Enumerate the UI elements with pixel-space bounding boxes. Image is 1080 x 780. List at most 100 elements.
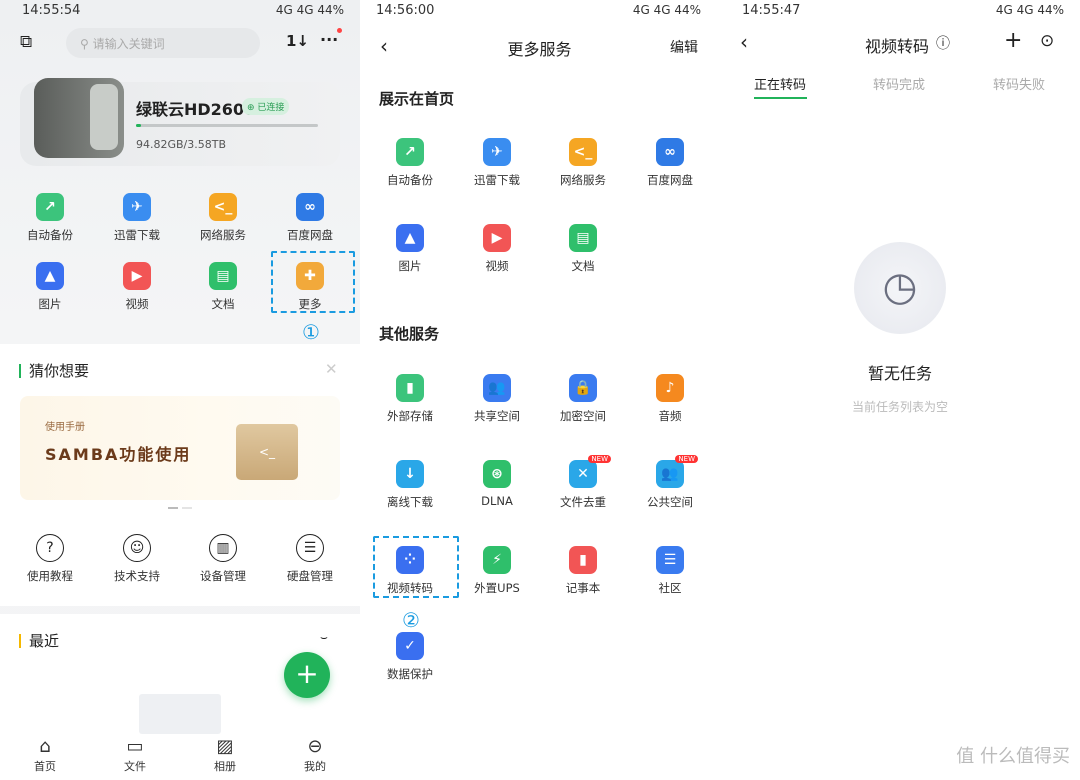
service-item[interactable]: ▮ 记事本 [540, 546, 626, 596]
edit-button[interactable]: 编辑 [670, 37, 698, 57]
app-item[interactable]: <_ 网络服务 [180, 193, 266, 243]
app-item[interactable]: ▶ 视频 [94, 262, 180, 312]
service-item[interactable]: <_ 网络服务 [540, 138, 626, 188]
tab-failed[interactable]: 转码失败 [993, 74, 1045, 93]
service-item[interactable]: ✕ NEW 文件去重 [540, 455, 626, 510]
tab-completed[interactable]: 转码完成 [873, 74, 925, 93]
close-icon[interactable]: ✕ [325, 360, 338, 378]
add-fab-button[interactable]: + [284, 652, 330, 698]
app-icon: ▲ [396, 224, 424, 252]
tool-item[interactable]: ? 使用教程 [7, 534, 93, 584]
item-label: 记事本 [565, 581, 601, 595]
nav-tab[interactable]: ⊖ 我的 [285, 736, 345, 774]
new-badge: NEW [675, 455, 698, 463]
highlight-video-transcode [373, 536, 459, 598]
clock: 14:55:54 [22, 3, 81, 18]
app-icon: 🔒 [569, 374, 597, 402]
service-item[interactable]: ↓ 离线下载 [367, 460, 453, 510]
service-item[interactable]: ⊛ DLNA [454, 460, 540, 508]
device-card[interactable]: 绿联云HD2600 ⊕ 已连接 94.82GB/3.58TB [20, 78, 340, 166]
nav-tab[interactable]: ▭ 文件 [105, 736, 165, 774]
item-label: 设备管理 [200, 569, 246, 583]
item-label: 网络服务 [200, 228, 246, 242]
service-item[interactable]: ∞ 百度网盘 [627, 138, 713, 188]
more-menu-icon[interactable]: ··· [320, 28, 343, 49]
samba-banner[interactable]: 使用手册 SAMBA功能使用 <_ [20, 396, 340, 500]
service-item[interactable]: ▤ 文档 [540, 224, 626, 274]
item-label: 文件去重 [560, 495, 606, 509]
step-marker-1: ① [302, 320, 320, 344]
service-item[interactable]: ▮ 外部存储 [367, 374, 453, 424]
app-icon: ⚡ [483, 546, 511, 574]
app-item[interactable]: ▲ 图片 [7, 262, 93, 312]
app-icon: ☰ [656, 546, 684, 574]
banner-subtitle: 使用手册 [45, 422, 85, 433]
transfer-icon[interactable]: 1↓ [286, 32, 309, 50]
nav-icon: ⊖ [307, 736, 323, 757]
service-item[interactable]: ↗ 自动备份 [367, 138, 453, 188]
tool-item[interactable]: ☺ 技术支持 [94, 534, 180, 584]
service-item[interactable]: 👥 共享空间 [454, 374, 540, 424]
more-services-screen: 14:56:00 4G 4G 44% ‹ 更多服务 编辑 展示在首页 其他服务 ↗… [362, 0, 717, 780]
info-icon[interactable]: ⓘ [936, 33, 950, 53]
item-label: 百度网盘 [287, 228, 333, 242]
nav-icon: ▨ [216, 736, 234, 757]
tool-item[interactable]: ☰ 硬盘管理 [267, 534, 353, 584]
devices-icon[interactable]: ⧉ [20, 32, 32, 52]
service-item[interactable]: ⚡ 外置UPS [454, 546, 540, 596]
nav-tab[interactable]: ▨ 相册 [195, 736, 255, 774]
section-title-home: 展示在首页 [379, 90, 455, 108]
app-icon: ∞ [296, 193, 324, 221]
settings-icon[interactable]: ⊙ [1040, 31, 1054, 51]
section-title-other: 其他服务 [379, 325, 440, 343]
item-label: 视频 [485, 259, 509, 273]
service-item[interactable]: 🔒 加密空间 [540, 374, 626, 424]
signal-battery: 4G 4G 44% [275, 3, 344, 17]
item-label: 文档 [571, 259, 595, 273]
item-label: 百度网盘 [647, 173, 693, 187]
item-label: 图片 [38, 297, 62, 311]
service-item[interactable]: 👥 NEW 公共空间 [627, 455, 713, 510]
service-item[interactable]: ☰ 社区 [627, 546, 713, 596]
service-item[interactable]: ✓ 数据保护 [367, 632, 453, 682]
empty-title: 暂无任务 [867, 364, 932, 383]
search-input[interactable]: ⚲ 请输入关键词 [66, 28, 260, 58]
nav-tab[interactable]: ⌂ 首页 [15, 736, 75, 774]
service-item[interactable]: ✈ 迅雷下载 [454, 138, 540, 188]
app-icon: ? [36, 534, 64, 562]
app-icon: ∞ [656, 138, 684, 166]
nav-icon: ▭ [126, 736, 144, 757]
back-button[interactable]: ‹ [740, 30, 748, 54]
item-label: 公共空间 [647, 495, 693, 509]
page-title: 更多服务 [507, 40, 572, 59]
add-icon[interactable]: + [1004, 28, 1022, 53]
tool-item[interactable]: ▥ 设备管理 [180, 534, 266, 584]
section-title: 最近 [29, 632, 60, 650]
app-item[interactable]: ∞ 百度网盘 [267, 193, 353, 243]
empty-illustration [139, 694, 221, 734]
connection-badge: ⊕ 已连接 [242, 98, 290, 115]
item-label: 自动备份 [387, 173, 433, 187]
app-item[interactable]: ↗ 自动备份 [7, 193, 93, 243]
app-item[interactable]: ▤ 文档 [180, 262, 266, 312]
app-icon: ▤ [209, 262, 237, 290]
tab-transcoding[interactable]: 正在转码 [754, 74, 806, 93]
app-icon: ↗ [396, 138, 424, 166]
hide-eye-icon[interactable]: ⌣ [320, 630, 328, 645]
app-item[interactable]: ✈ 迅雷下载 [94, 193, 180, 243]
device-name: 绿联云HD2600 [136, 100, 256, 119]
app-icon: ✕ NEW [569, 455, 611, 488]
nav-icon: ⌂ [39, 736, 51, 757]
service-item[interactable]: ▶ 视频 [454, 224, 540, 274]
service-item[interactable]: ♪ 音频 [627, 374, 713, 424]
new-badge: NEW [588, 455, 611, 463]
active-tab-indicator [754, 97, 807, 99]
app-icon: ▥ [209, 534, 237, 562]
item-label: 自动备份 [27, 228, 73, 242]
app-icon: 👥 [483, 374, 511, 402]
item-label: 迅雷下载 [474, 173, 520, 187]
nav-label: 相册 [214, 760, 236, 773]
app-icon: ↓ [396, 460, 424, 488]
service-item[interactable]: ▲ 图片 [367, 224, 453, 274]
app-icon: ☺ [123, 534, 151, 562]
